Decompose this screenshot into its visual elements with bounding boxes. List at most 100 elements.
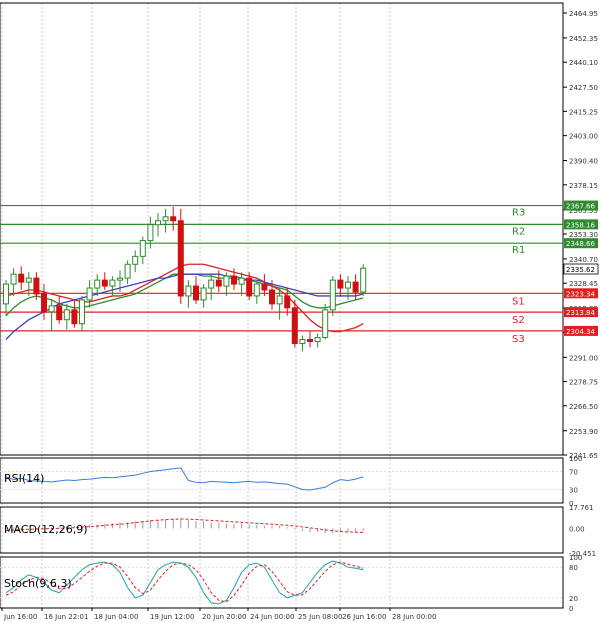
level-label-r2: R2 [512,226,525,237]
level-label-s2: S2 [512,315,525,326]
macd-tick-label: 17.761 [569,504,594,512]
rsi-tick-label: 30 [569,487,578,495]
price-tick-label: 2427.50 [569,84,598,92]
candle-body [71,309,78,325]
x-tick-label: 19 Jun 12:00 [150,613,194,621]
level-label-r3: R3 [512,208,525,219]
price-tick-label: 2452.35 [569,35,598,43]
price-tick-label: 2328.45 [569,280,598,288]
rsi-label: RSI(14) [4,472,44,485]
candle-body [18,273,25,283]
price-tick-label: 2340.70 [569,256,598,264]
candle-body [337,279,344,289]
forex-chart: R3 R2 R1 S1 S2 S3 RSI(14) MACD(12,26,9) Stoch… [0,2,599,621]
candle-body [124,263,131,279]
candle-body [231,275,237,285]
candle-body [109,279,116,287]
x-tick-label: Jun 16:00 [3,613,37,621]
candle-body [360,267,367,293]
price-pane-frame [0,2,564,456]
candle-body [246,277,253,297]
level-tag-value: 2313.84 [566,309,595,317]
price-tick-label: 2378.15 [569,182,598,190]
candle-body [345,281,351,289]
candle-body [253,283,260,297]
candle-body [79,299,85,325]
candle-body [223,275,230,287]
candle-body [155,220,161,226]
candle-body [276,295,283,305]
candle-body [352,281,359,293]
candle-body [329,279,336,311]
level-label-s1: S1 [512,296,525,307]
rsi-tick-label: 100 [569,455,582,463]
price-pane: R3 R2 R1 S1 S2 S3 [0,2,564,456]
price-tick-label: 2253.90 [569,428,598,436]
x-tick-label: 25 Jun 08:00 [298,613,342,621]
stoch-tick-label: 100 [569,554,582,562]
stoch-pane: Stoch(9,6,3) [0,556,564,609]
candle-body [3,283,9,305]
price-tick-label: 2390.40 [569,158,598,166]
level-label-s3: S3 [512,334,525,345]
price-tick-label: 2464.95 [569,10,598,18]
stoch-tick-label: 80 [569,564,578,572]
candle-body [307,339,313,342]
level-tag-value: 2358.16 [566,221,595,229]
x-tick-label: 28 Jun 00:00 [392,613,436,621]
stoch-tick-label: 20 [569,595,578,603]
level-tag-value: 2348.66 [566,240,595,248]
rsi-pane-frame [0,457,564,504]
candle-body [261,283,268,291]
x-tick-label: 18 Jun 04:00 [94,613,138,621]
macd-label: MACD(12,26,9) [4,523,88,536]
last-price-value: 2335.62 [566,266,595,274]
chart-axes: 2464.95 2452.35 2440.10 2427.50 2415.25 2403.… [1,10,599,621]
candle-body [139,240,146,257]
candle-body [299,339,306,344]
x-tick-label: 16 Jun 22:01 [44,613,88,621]
candle-body [147,224,154,242]
candle-body [48,305,55,313]
candle-body [10,273,17,285]
candle-body [208,279,215,289]
price-tick-label: 2291.00 [569,354,598,362]
level-tag-value: 2323.34 [566,290,595,298]
candle-body [94,279,101,289]
candle-body [238,277,245,285]
candle-body [56,305,63,321]
level-tag-value: 2367.66 [566,203,595,211]
stoch-label: Stoch(9,6,3) [4,577,72,590]
price-tick-label: 2415.25 [569,108,598,116]
rsi-pane: RSI(14) [0,457,564,504]
level-label-r1: R1 [512,245,525,256]
candle-body [86,287,93,301]
price-tick-label: 2266.50 [569,403,598,411]
candle-body [215,279,222,287]
candle-body [25,277,32,283]
price-tick-label: 2440.10 [569,59,598,67]
level-tag-value: 2304.34 [566,328,595,336]
candle-body [193,285,199,301]
candle-body [41,293,47,313]
macd-pane: MACD(12,26,9) [0,506,564,554]
x-tick-label: 24 Jun 00:00 [250,613,294,621]
price-tick-label: 2353.30 [569,231,598,239]
candle-body [162,216,169,222]
candle-body [177,220,184,297]
stoch-pane-frame [0,556,564,609]
candle-body [63,309,70,321]
rsi-tick-label: 70 [569,469,578,477]
candle-body [322,309,329,339]
candle-body [314,337,321,342]
candle-body [291,307,298,344]
macd-tick-label: 0.00 [569,525,585,533]
candle-body [33,277,40,295]
candle-body [269,289,275,305]
candle-body [132,255,139,265]
candle-body [185,285,192,297]
candle-body [170,216,177,222]
candle-body [117,277,123,281]
stoch-tick-label: 0 [569,605,573,613]
x-tick-label: 20 Jun 20:00 [202,613,246,621]
